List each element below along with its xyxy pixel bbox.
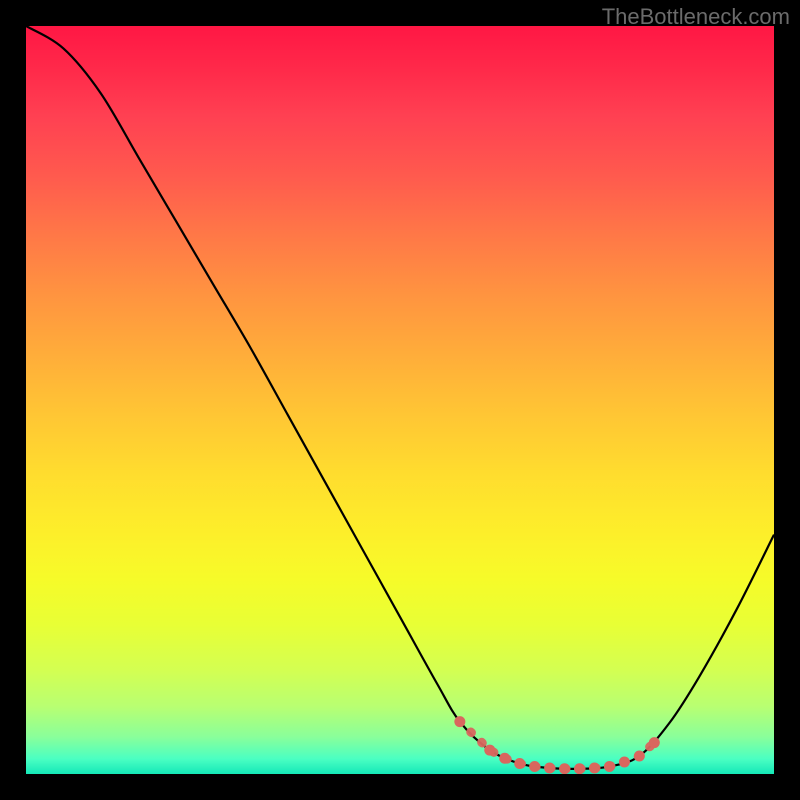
watermark-text: TheBottleneck.com	[602, 4, 790, 30]
valley-marker-dot	[544, 763, 555, 774]
valley-marker-dot	[529, 761, 540, 772]
valley-marker-dot	[559, 763, 570, 774]
valley-markers	[454, 716, 659, 774]
valley-marker-dot	[604, 761, 615, 772]
valley-marker-dot	[499, 753, 510, 764]
valley-marker-dot	[484, 745, 495, 756]
valley-marker-dot	[649, 737, 660, 748]
valley-marker-dot	[619, 757, 630, 768]
valley-marker-dot	[589, 763, 600, 774]
markers-layer	[26, 26, 774, 774]
valley-marker-dot	[634, 751, 645, 762]
valley-marker-dot	[514, 758, 525, 769]
chart-area	[26, 26, 774, 774]
valley-marker-dot	[574, 763, 585, 774]
valley-marker-dot	[454, 716, 465, 727]
